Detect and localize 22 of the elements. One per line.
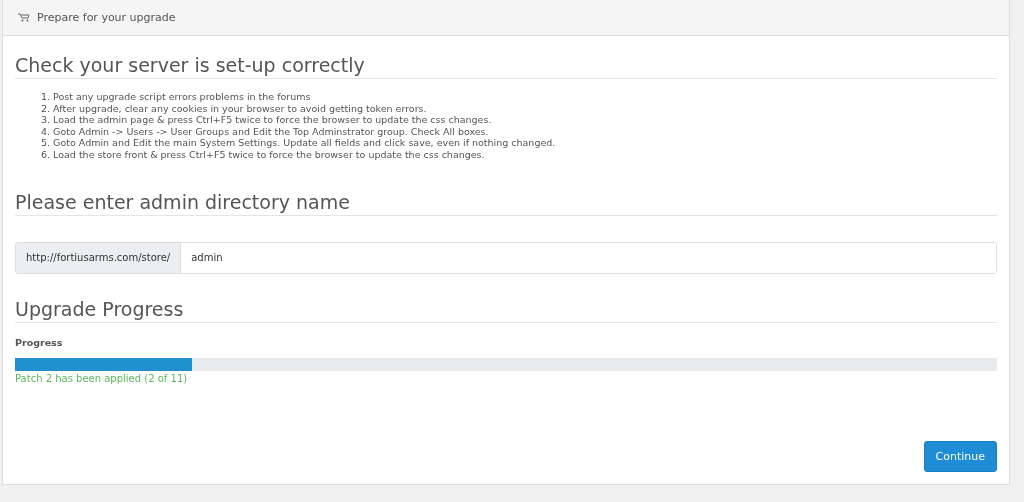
step-text: Post any upgrade script errors problems in the forums xyxy=(53,91,311,103)
progress-status: Patch 2 has been applied (2 of 11) xyxy=(15,372,189,384)
continue-button[interactable]: Continue xyxy=(923,441,997,472)
panel-title: Prepare for your upgrade xyxy=(37,11,176,24)
step-text: Goto Admin -> Users -> User Groups and Edit the Top Adminstrator group. Check All boxes. xyxy=(53,125,489,138)
step-number: 1. xyxy=(41,91,51,103)
step-text: Load the admin page & press Ctrl+F5 twice to force the browser to update the css changes. xyxy=(53,114,492,126)
section-heading: Upgrade Progress xyxy=(15,297,997,323)
step-text: Goto Admin and Edit the main System Settings. Update all fields and click save, even if nothing changed. xyxy=(53,137,556,149)
cart-icon xyxy=(17,13,31,22)
step-number: 4. xyxy=(41,125,51,138)
step-number: 2. xyxy=(41,102,51,115)
step-number: 6. xyxy=(41,148,51,161)
admin-directory-field[interactable]: http://fortiusarms.com/store/ admin xyxy=(15,241,997,274)
progress-label: Progress xyxy=(15,336,64,348)
section-heading: Please enter admin directory name xyxy=(15,190,997,216)
section-heading: Check your server is set-up correctly xyxy=(15,54,997,79)
step-number: 3. xyxy=(41,114,51,126)
step-text: After upgrade, clear any cookies in your browser to avoid getting token errors. xyxy=(53,102,427,115)
step-number: 5. xyxy=(41,137,51,149)
step-text: Load the store front & press Ctrl+F5 twice to force the browser to update the css changes. xyxy=(53,148,485,161)
url-prefix: http://fortiusarms.com/store/ xyxy=(16,242,182,273)
